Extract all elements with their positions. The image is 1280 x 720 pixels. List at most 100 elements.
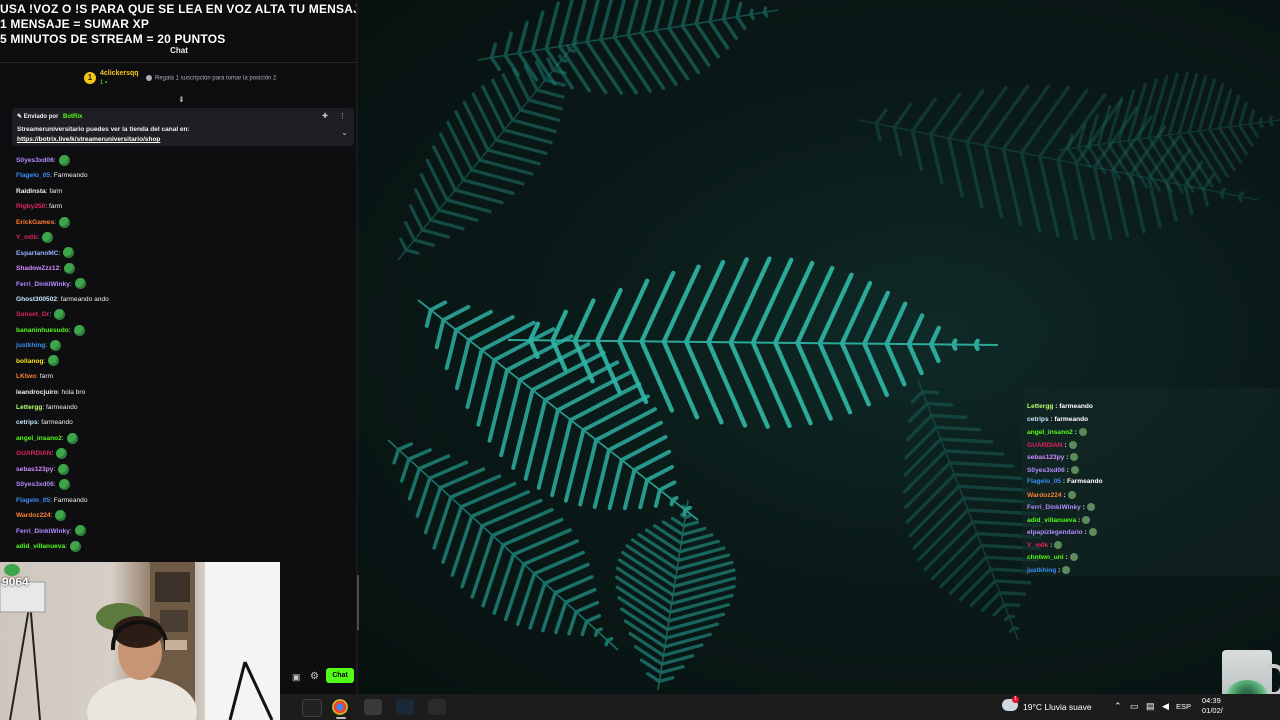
chat-message: angel_insano2:: [16, 431, 346, 446]
chat-scrollbar[interactable]: [357, 575, 359, 630]
tray-app-icon[interactable]: ▭: [1130, 701, 1139, 712]
chat-message: Flagelo_05: Farmeando: [16, 168, 346, 183]
chat-message: Y_m0k:: [16, 230, 346, 245]
chat-separator: :: [54, 218, 56, 226]
chat-username[interactable]: RaidInsta: [16, 188, 46, 195]
chat-message: Lettergg: farmeando: [16, 400, 346, 415]
chat-message: bollanog:: [16, 354, 346, 369]
overlay-chat-text: :: [1072, 428, 1077, 436]
chat-username[interactable]: Ferri_DinkiWinky: [16, 281, 70, 288]
overlay-chat-username: S0yes3xd06: [1027, 466, 1065, 474]
emote-icon: [1054, 540, 1063, 549]
chat-username[interactable]: ShadowZzz12: [16, 265, 59, 272]
send-chat-button[interactable]: Chat: [326, 668, 354, 683]
emote-icon: [1070, 453, 1079, 461]
weather-text[interactable]: 19°C Lluvia suave: [1023, 702, 1092, 712]
chat-message: leandrocjuiro: hola bro: [16, 385, 346, 400]
chat-username[interactable]: Flagelo_05: [16, 172, 50, 179]
chat-message: Flagelo_05: Farmeando: [16, 493, 346, 508]
chat-username[interactable]: Ghost300502: [16, 296, 57, 303]
overlay-chat-message: justkhing :: [1027, 565, 1071, 574]
overlay-chat-message: Y_m0k :: [1027, 540, 1063, 549]
webcam-feed: 9064: [0, 562, 280, 720]
chat-separator: :: [68, 326, 71, 334]
chat-username[interactable]: bollanog: [16, 358, 43, 365]
pinned-message: ✎ Enviado por BotRix Streameruniversitar…: [12, 108, 354, 146]
chevron-down-icon[interactable]: ⇟: [178, 95, 185, 104]
overlay-chat-text: :: [1076, 516, 1081, 524]
chat-username[interactable]: Flagelo_05: [16, 497, 50, 504]
chat-text: farm: [47, 187, 63, 195]
overlay-chat-message: cetrips : farmeando: [1027, 416, 1088, 423]
chat-text: Farmeando: [51, 172, 88, 180]
chat-separator: :: [51, 450, 54, 458]
overlay-chat-message: Flagelo_05 : Farmeando: [1027, 478, 1103, 485]
chat-username[interactable]: EspartanoMC: [16, 250, 59, 257]
chat-separator: :: [58, 249, 61, 257]
chevron-down-icon[interactable]: ⌄: [341, 128, 348, 137]
chat-message: Ghost300502: farmeando ando: [16, 292, 346, 307]
chat-username[interactable]: bananinhuesudo: [16, 327, 69, 334]
chat-message: Wardoz224:: [16, 508, 346, 523]
pinned-link[interactable]: https://botrix.live/k/streameruniversita…: [17, 136, 160, 143]
overlay-chat-text: :: [1080, 503, 1085, 511]
emote-icon: [74, 525, 86, 537]
language-indicator[interactable]: ESP: [1176, 702, 1191, 711]
chat-username[interactable]: GUARDIAN: [16, 450, 52, 457]
chat-username[interactable]: cetrips: [16, 419, 38, 426]
overlay-chat-username: Flagelo_05: [1027, 478, 1062, 485]
chat-username[interactable]: S0yes3xd06: [16, 481, 54, 488]
volume-icon[interactable]: ◀: [1162, 701, 1169, 712]
window-app-icon[interactable]: [364, 699, 382, 715]
emote-icon: [1088, 528, 1097, 536]
chat-username[interactable]: angel_insano2: [16, 435, 62, 442]
chat-username[interactable]: Ferri_DinkiWinky: [16, 528, 70, 535]
pinned-bot-name[interactable]: BotRix: [63, 114, 82, 120]
overlay-chat-text: :: [1064, 453, 1069, 461]
chat-message: Ferri_DinkiWinky:: [16, 524, 346, 539]
chevron-up-icon[interactable]: ⌃: [1114, 701, 1122, 712]
chat-username[interactable]: S0yes3xd06: [16, 157, 54, 164]
emote-icon: [54, 309, 66, 321]
more-options-icon[interactable]: ⋮: [339, 112, 346, 120]
chat-username[interactable]: adid_villanueva: [16, 543, 65, 550]
emote-icon: [1086, 503, 1095, 511]
gear-icon[interactable]: ⚙: [310, 671, 319, 682]
chat-username[interactable]: Y_m0k: [16, 234, 37, 241]
epic-games-icon[interactable]: [428, 699, 446, 715]
emote-icon: [56, 448, 68, 460]
chat-message: sebas123py:: [16, 462, 346, 477]
chat-username[interactable]: justkhing: [16, 342, 45, 349]
taskbar: 1 19°C Lluvia suave ⌃ ▭ ▤ ◀ ESP 04:39 01…: [280, 694, 1280, 720]
chat-username[interactable]: leandrocjuiro: [16, 389, 58, 396]
leaderboard-user[interactable]: 4clickersqq: [100, 70, 139, 77]
overlay-text-line: USA !VOZ O !S PARA QUE SE LEA EN VOZ ALT…: [0, 2, 358, 16]
chat-username[interactable]: sebas123py: [16, 466, 53, 473]
emote-icon: [69, 540, 81, 552]
overlay-chat-text: : farmeando: [1053, 403, 1093, 410]
chat-username[interactable]: LKtwo: [16, 373, 36, 380]
emote-icon: [63, 247, 75, 259]
emote-icon: [1070, 465, 1079, 474]
chat-username[interactable]: Rigby250: [16, 203, 45, 210]
emote-icon: [42, 231, 54, 243]
clock[interactable]: 04:39 01/02/: [1202, 696, 1223, 716]
chat-username[interactable]: ErickGames: [16, 219, 54, 226]
overlay-chat-text: : Farmeando: [1061, 478, 1103, 485]
network-icon[interactable]: ▤: [1146, 701, 1155, 712]
app-icon[interactable]: [302, 699, 322, 717]
chat-message: RaidInsta: farm: [16, 184, 346, 199]
chat-username[interactable]: Lettergg: [16, 404, 42, 411]
steam-icon[interactable]: [396, 699, 414, 715]
chrome-icon[interactable]: [332, 699, 348, 715]
gift-icon[interactable]: ▣: [292, 672, 301, 683]
webcam-scene: [0, 562, 280, 720]
unpin-icon[interactable]: ✚: [322, 112, 328, 120]
chat-username[interactable]: Sunset_Gr: [16, 311, 49, 318]
fern-frond: [507, 256, 999, 429]
chat-username[interactable]: Wardoz224: [16, 512, 51, 519]
overlay-chat-username: angel_insano2: [1027, 428, 1073, 436]
chat-separator: :: [69, 527, 72, 535]
overlay-chat-username: elpapizlegendario: [1027, 528, 1083, 536]
fern-frond: [1057, 72, 1280, 194]
